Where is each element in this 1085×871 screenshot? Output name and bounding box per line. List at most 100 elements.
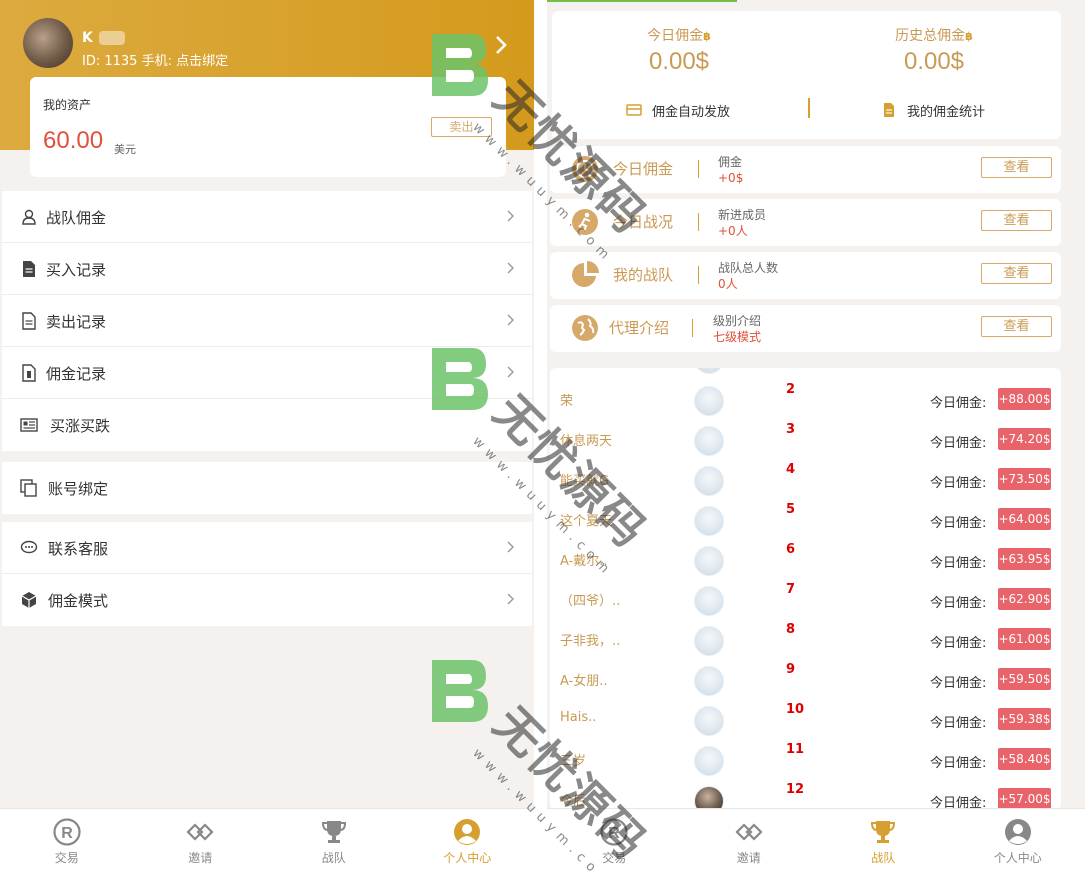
stat-today-battle: 今日战况 新进成员 +0人 查看 [550, 199, 1061, 246]
tab-label: 交易 [602, 851, 627, 865]
copy-icon [20, 479, 37, 497]
avatar[interactable] [23, 18, 73, 68]
tab-personal-center[interactable]: 个人中心 [401, 809, 535, 871]
today-commission-label: 今日佣金: [930, 556, 987, 571]
member-name: 这个夏天 [560, 514, 613, 529]
tab-label: 交易 [54, 851, 79, 865]
commission-amount-badge: +61.00$ [998, 628, 1051, 650]
menu-group-service: 联系客服 佣金模式 [2, 522, 532, 626]
commission-stats-label: 我的佣金统计 [907, 105, 986, 120]
ranking-row: 今后 12 今日佣金: +57.00$ [550, 782, 1061, 810]
view-button[interactable]: 查看 [981, 210, 1052, 231]
clock-icon [572, 156, 598, 182]
chevron-right-icon [507, 210, 514, 222]
menu-label: 卖出记录 [46, 313, 107, 331]
tab-personal-center[interactable]: 个人中心 [951, 809, 1085, 871]
team-screen: 今日佣金 ฿ 0.00$ 历史总佣金฿ 0.00$ 佣金自动发放 我的佣金统计 今… [547, 0, 1085, 871]
member-name: 今后 [560, 794, 587, 809]
rank-number: 9 [786, 662, 796, 677]
rank-number: 11 [786, 742, 805, 757]
ranking-row: 子非我，.. 8 今日佣金: +61.00$ [550, 622, 1061, 662]
stat-today-commission: 今日佣金 佣金 +0$ 查看 [550, 146, 1061, 193]
bitcoin-icon: ฿ [965, 30, 973, 43]
rank-number: 6 [786, 542, 796, 557]
stat-label: 代理介绍 [609, 319, 670, 337]
stat-label: 我的战队 [613, 266, 674, 284]
menu-item-buy-records[interactable]: 买入记录 [2, 243, 532, 295]
asset-label: 我的资产 [43, 98, 92, 112]
tab-team[interactable]: 战队 [816, 809, 951, 871]
avatar [694, 466, 724, 496]
ranking-row: 休息两天 3 今日佣金: +74.20$ [550, 422, 1061, 462]
rank-number: 2 [786, 382, 796, 397]
total-commission-title: 历史总佣金 [895, 28, 966, 44]
chevron-right-icon [507, 593, 514, 605]
menu-item-team-commission[interactable]: 战队佣金 [2, 191, 532, 243]
chevron-right-icon [507, 262, 514, 274]
tab-team[interactable]: 战队 [267, 809, 401, 871]
menu-item-sell-records[interactable]: 卖出记录 [2, 295, 532, 347]
stat-label: 今日佣金 [613, 160, 674, 178]
stat-sub: 级别介绍 七级模式 [713, 314, 762, 344]
commission-amount-badge: +58.40$ [998, 748, 1051, 770]
tab-trade[interactable]: R 交易 [0, 809, 134, 871]
chevron-right-icon[interactable] [492, 34, 510, 56]
document-outline-icon [22, 312, 36, 330]
member-name: 荣 [560, 394, 574, 409]
member-name: A-女朋.. [560, 674, 608, 689]
tab-label: 个人中心 [993, 851, 1042, 865]
menu-item-account-binding[interactable]: 账号绑定 [2, 462, 532, 514]
asset-amount: 60.00 [43, 127, 104, 154]
view-button[interactable]: 查看 [981, 316, 1052, 337]
menu-label: 买入记录 [46, 261, 107, 279]
avatar [694, 426, 724, 456]
menu-item-rise-fall[interactable]: 买涨买跌 [2, 399, 532, 451]
panel-divider [534, 0, 547, 871]
tab-invite[interactable]: 邀请 [682, 809, 817, 871]
commission-stats-link[interactable]: 我的佣金统计 [884, 101, 986, 120]
separator [698, 213, 699, 231]
today-commission-label: 今日佣金: [930, 516, 987, 531]
user-id-phone[interactable]: ID: 1135 手机: 点击绑定 [82, 50, 228, 69]
view-button[interactable]: 查看 [981, 263, 1052, 284]
avatar [694, 368, 724, 374]
commission-amount-badge: +73.50$ [998, 468, 1051, 490]
user-icon [22, 209, 36, 225]
asset-unit: 美元 [114, 143, 136, 156]
menu-item-commission-records[interactable]: 佣金记录 [2, 347, 532, 399]
globe-icon [572, 315, 598, 341]
cube-icon [21, 592, 37, 608]
avatar [694, 706, 724, 736]
tab-trade[interactable]: R 交易 [547, 809, 682, 871]
menu-item-commission-mode[interactable]: 佣金模式 [2, 574, 532, 626]
avatar [694, 506, 724, 536]
commission-amount-badge: +74.20$ [998, 428, 1051, 450]
avatar [694, 586, 724, 616]
today-commission-label: 今日佣金: [930, 676, 987, 691]
sell-button[interactable]: 卖出 [431, 117, 492, 137]
view-button[interactable]: 查看 [981, 157, 1052, 178]
svg-text:R: R [608, 825, 620, 842]
person-icon [454, 819, 481, 845]
trophy-icon [321, 821, 346, 843]
auto-payout-link[interactable]: 佣金自动发放 [626, 101, 730, 120]
receipt-icon [22, 364, 36, 382]
menu-group-account: 账号绑定 [2, 462, 532, 514]
today-commission-value: 0.00$ [648, 48, 710, 75]
username: K [82, 30, 125, 46]
tab-invite[interactable]: 邀请 [134, 809, 268, 871]
ranking-row: 能买就G 4 今日佣金: +73.50$ [550, 462, 1061, 502]
bottom-tab-bar: R 交易 邀请 战队 个人中心 [0, 808, 534, 871]
avatar [694, 746, 724, 776]
ranking-row: 荣 2 今日佣金: +88.00$ [550, 382, 1061, 422]
menu-label: 联系客服 [48, 540, 109, 558]
today-commission-label: 今日佣金: [930, 716, 987, 731]
commission-ranking-list: 荣 2 今日佣金: +88.00$ 休息两天 3 今日佣金: +74.20$ 能买就G 4 今日佣金… [550, 368, 1061, 810]
stat-agent-intro: 代理介绍 级别介绍 七级模式 查看 [550, 305, 1061, 352]
total-commission: 历史总佣金฿ 0.00$ [807, 25, 1061, 76]
menu-item-customer-service[interactable]: 联系客服 [2, 522, 532, 574]
tab-label: 个人中心 [443, 851, 492, 865]
personal-center-screen: K ID: 1135 手机: 点击绑定 我的资产 60.00 美元 卖出 战队佣… [0, 0, 534, 871]
tab-label: 邀请 [188, 851, 213, 865]
member-name: 子非我，.. [560, 634, 621, 649]
